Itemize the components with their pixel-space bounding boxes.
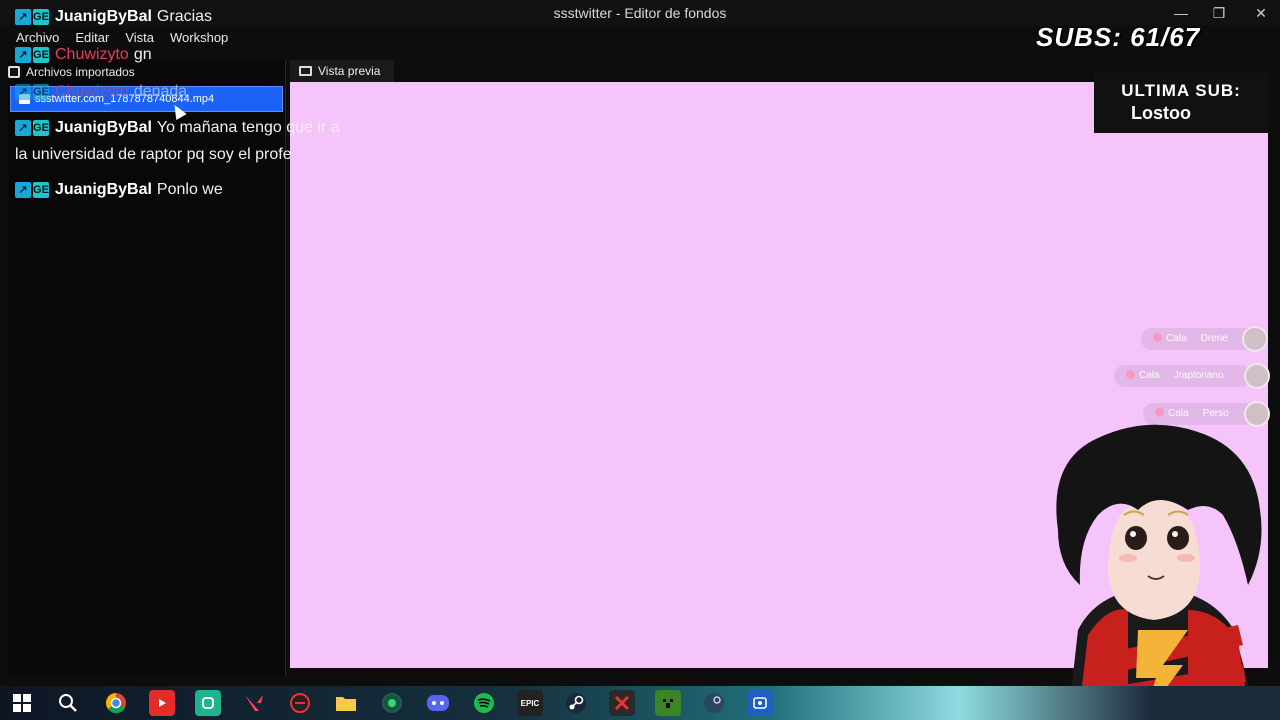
badge-icon: GE: [33, 182, 49, 198]
taskbar: EPIC: [0, 686, 1280, 720]
close-button[interactable]: ✕: [1244, 2, 1278, 24]
folder-icon: [8, 66, 20, 78]
voice-name: Perso: [1202, 408, 1229, 419]
chat-message: ↗ GE JuanigByBal Yo mañana tengo que ir a: [15, 119, 340, 137]
badge-icon: ↗: [15, 84, 31, 100]
discord-icon[interactable]: [425, 690, 451, 716]
chat-text-continuation: la universidad de raptor pq soy el profe: [15, 146, 292, 163]
minimize-button[interactable]: —: [1164, 2, 1198, 24]
badge-icon: GE: [33, 9, 49, 25]
tab-preview[interactable]: Vista previa: [290, 60, 394, 82]
voice-participant: Cala Drene: [1141, 328, 1256, 350]
badge-icon: GE: [33, 120, 49, 136]
app-blue-icon[interactable]: [747, 690, 773, 716]
valorant-icon[interactable]: [241, 690, 267, 716]
badge-icon: ↗: [15, 120, 31, 136]
chat-username: Chuwizyto: [55, 46, 129, 63]
spotify-icon[interactable]: [471, 690, 497, 716]
avatar: [1242, 326, 1268, 352]
badge-icon: ↗: [15, 9, 31, 25]
chat-message: ↗ GE JuanigByBal Gracias: [15, 8, 212, 26]
app-green-icon[interactable]: [195, 690, 221, 716]
chat-username: JuanigByBal: [55, 181, 152, 198]
badge-icon: ↗: [15, 47, 31, 63]
menu-archivo[interactable]: Archivo: [8, 29, 67, 47]
search-icon[interactable]: [55, 690, 81, 716]
vtuber-avatar: [1056, 424, 1262, 720]
tab-imported-files[interactable]: Archivos importados: [8, 63, 135, 81]
last-sub-widget: ULTIMA SUB: Lostoo: [1094, 73, 1268, 133]
app-x-icon[interactable]: [609, 690, 635, 716]
image-icon: [299, 66, 312, 76]
minecraft-icon[interactable]: [655, 690, 681, 716]
epic-games-icon[interactable]: EPIC: [517, 690, 543, 716]
tab-preview-label: Vista previa: [318, 64, 381, 78]
menu-workshop[interactable]: Workshop: [162, 29, 236, 47]
app-green2-icon[interactable]: [379, 690, 405, 716]
menu-editar[interactable]: Editar: [67, 29, 117, 47]
folder-icon[interactable]: [333, 690, 359, 716]
voice-name: Jraptoriano: [1173, 370, 1224, 381]
menu-vista[interactable]: Vista: [117, 29, 162, 47]
voice-label: Cala: [1168, 408, 1189, 419]
maximize-button[interactable]: ❐: [1202, 2, 1236, 24]
app-red-icon[interactable]: [287, 690, 313, 716]
steam-icon[interactable]: [563, 690, 589, 716]
chat-text: Gracias: [156, 8, 213, 25]
badge-icon: GE: [33, 84, 49, 100]
chat-username: JuanigByBal: [55, 119, 152, 136]
windows-start-icon[interactable]: [9, 690, 35, 716]
youtube-icon[interactable]: [149, 690, 175, 716]
tab-imported-files-label: Archivos importados: [26, 65, 135, 79]
chat-message: ↗ GE Chuwizyto denada: [15, 83, 187, 101]
chat-username: JuanigByBal: [55, 8, 152, 25]
last-sub-name: Lostoo: [1131, 103, 1191, 123]
voice-label: Cala: [1166, 333, 1187, 344]
mic-icon: [1153, 333, 1162, 342]
chat-message: ↗ GE JuanigByBal Ponlo we: [15, 181, 223, 199]
chat-text: Yo mañana tengo que ir a: [156, 119, 340, 136]
voice-participant: Cala Jraptoriano: [1114, 365, 1252, 387]
chat-text: denada: [133, 83, 188, 100]
avatar: [1244, 363, 1270, 389]
last-sub-label: ULTIMA SUB:: [1121, 81, 1241, 100]
app-steam2-icon[interactable]: [701, 690, 727, 716]
mic-icon: [1126, 370, 1135, 379]
chat-message: ↗ GE Chuwizyto gn: [15, 46, 152, 64]
chrome-icon[interactable]: [103, 690, 129, 716]
voice-label: Cala: [1139, 370, 1160, 381]
chat-text: gn: [133, 46, 152, 63]
mic-icon: [1155, 408, 1164, 417]
chat-text: Ponlo we: [156, 181, 223, 198]
subs-counter: SUBS: 61/67: [1036, 22, 1201, 52]
badge-icon: GE: [33, 47, 49, 63]
voice-name: Drene: [1200, 333, 1228, 344]
chat-username: Chuwizyto: [55, 83, 129, 100]
desktop: ssstwitter - Editor de fondos — ❐ ✕ Arch…: [0, 0, 1280, 720]
badge-icon: ↗: [15, 182, 31, 198]
menu-bar: Archivo Editar Vista Workshop: [8, 29, 236, 47]
